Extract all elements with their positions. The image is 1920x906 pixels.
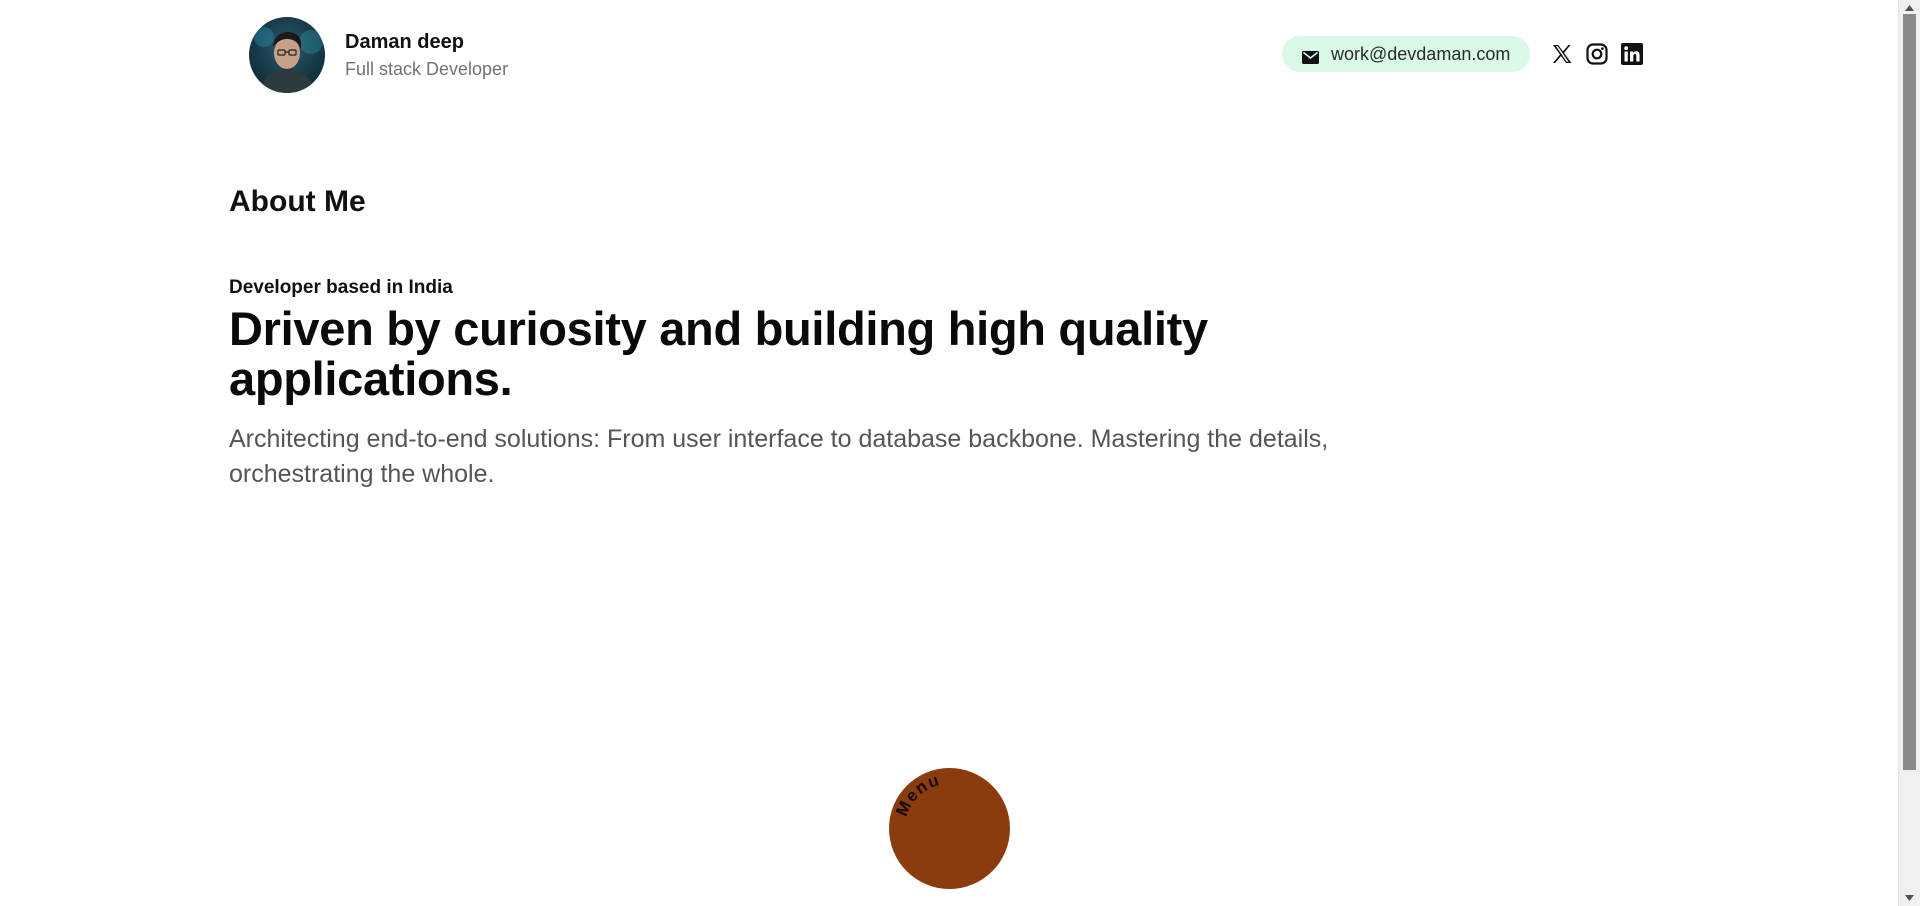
- about-section: About Me Developer based in India Driven…: [229, 180, 1329, 517]
- scroll-up-icon[interactable]: [1903, 2, 1916, 14]
- section-title: About Me: [229, 185, 366, 218]
- instagram-icon[interactable]: [1585, 42, 1609, 66]
- profile-role: Full stack Developer: [345, 59, 509, 79]
- profile: Daman deep Full stack Developer: [249, 17, 508, 93]
- email-text: work@devdaman.com: [1331, 43, 1511, 64]
- menu-label-arc: Menu: [892, 770, 942, 819]
- lead-paragraph: Architecting end-to-end solutions: From …: [229, 425, 1329, 488]
- contact-bar: work@devdaman.com: [1282, 36, 1899, 72]
- headline: Driven by curiosity and building high qu…: [229, 302, 1208, 405]
- menu-label: Menu: [892, 770, 941, 819]
- menu-button[interactable]: Menu: [889, 768, 1010, 889]
- scroll-down-icon[interactable]: [1903, 892, 1916, 904]
- profile-name: Daman deep: [345, 31, 464, 53]
- x-icon[interactable]: [1550, 42, 1574, 66]
- site-header: Daman deep Full stack Developer work@dev…: [0, 0, 1899, 110]
- avatar: [249, 17, 325, 93]
- location-tagline: Developer based in India: [229, 277, 453, 298]
- svg-text:Menu: Menu: [892, 770, 942, 819]
- identity: Daman deep Full stack Developer: [345, 30, 508, 80]
- scroll-thumb[interactable]: [1903, 14, 1916, 770]
- mail-icon: [1302, 48, 1319, 64]
- vertical-scrollbar[interactable]: [1898, 0, 1920, 906]
- avatar-portrait-icon: [254, 27, 323, 93]
- linkedin-icon[interactable]: [1620, 42, 1644, 66]
- social-links: [1550, 42, 1644, 66]
- email-link[interactable]: work@devdaman.com: [1282, 36, 1531, 72]
